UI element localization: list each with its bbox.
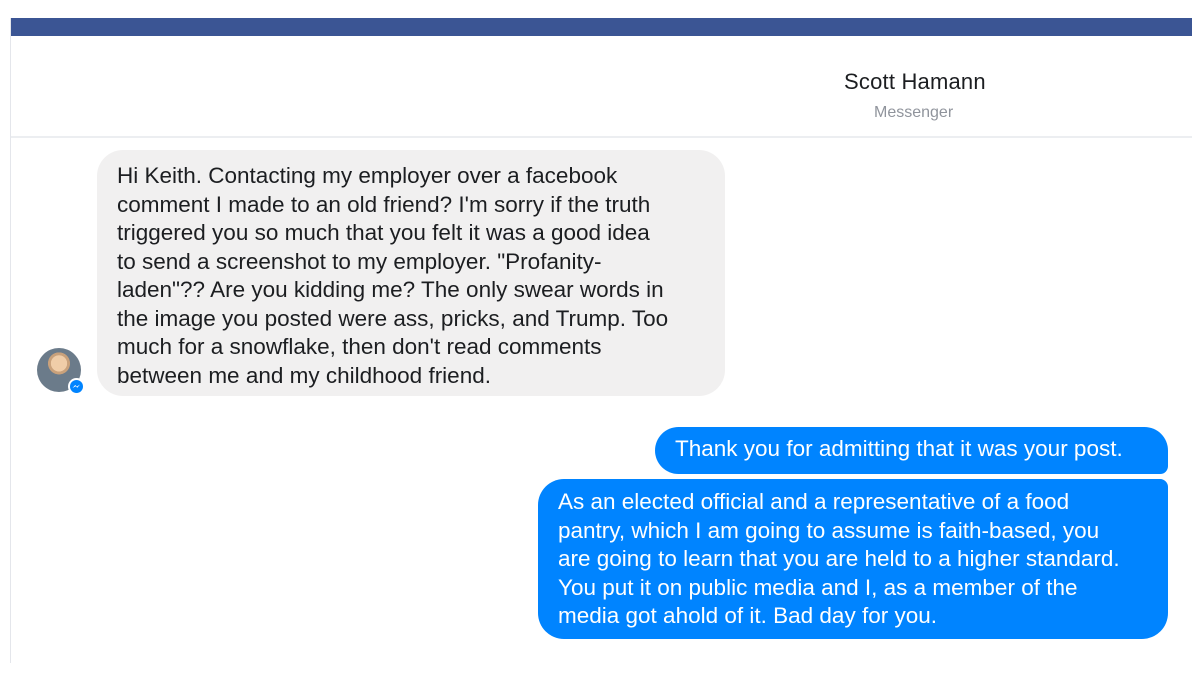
conversation-header: Scott Hamann Messenger bbox=[11, 36, 1192, 138]
contact-subtitle: Messenger bbox=[874, 104, 954, 121]
top-bar bbox=[11, 18, 1192, 36]
outgoing-message[interactable]: Thank you for admitting that it was your… bbox=[655, 427, 1168, 474]
avatar[interactable] bbox=[37, 348, 85, 395]
incoming-message[interactable]: Hi Keith. Contacting my employer over a … bbox=[97, 150, 725, 396]
contact-name[interactable]: Scott Hamann bbox=[844, 69, 986, 95]
messenger-window: Scott Hamann Messenger Hi Keith. Contact… bbox=[10, 18, 1192, 663]
outgoing-message[interactable]: As an elected official and a representat… bbox=[538, 479, 1168, 639]
messenger-badge-icon bbox=[68, 378, 85, 395]
